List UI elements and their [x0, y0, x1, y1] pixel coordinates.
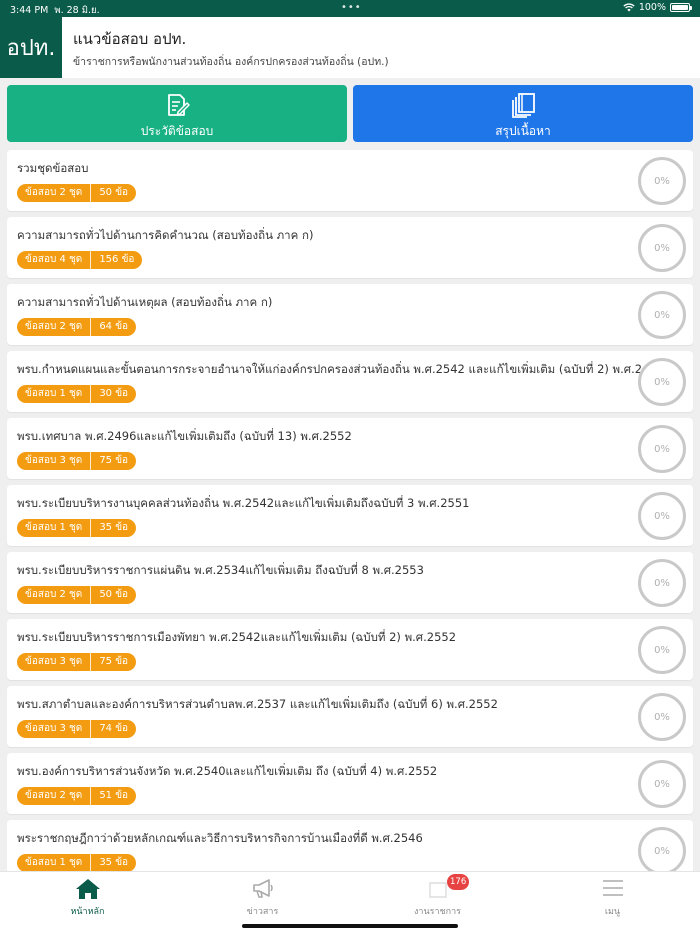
progress-ring: 0%: [638, 224, 686, 272]
exam-set-count: ข้อสอบ 3 ชุด: [25, 656, 83, 667]
exam-item[interactable]: ความสามารถทั่วไปด้านเหตุผล (สอบท้องถิ่น …: [7, 284, 693, 345]
progress-ring: 0%: [638, 358, 686, 406]
tab-label: งานราชการ: [414, 907, 461, 917]
document-edit-icon: [168, 94, 190, 116]
exam-item[interactable]: พรบ.ระเบียบบริหารราชการแผ่นดิน พ.ศ.2534แ…: [7, 552, 693, 613]
tab-label: เมนู: [604, 907, 621, 917]
app-header: อปท. แนวข้อสอบ อปท. ข้าราชการหรือพนักงาน…: [0, 17, 700, 78]
exam-item-title: รวมชุดข้อสอบ: [17, 161, 89, 175]
progress-ring: 0%: [638, 693, 686, 741]
exam-count-badge: ข้อสอบ 2 ชุด 51 ข้อ: [17, 787, 137, 805]
exam-history-label: ประวัติข้อสอบ: [140, 124, 214, 138]
exam-question-count: 64 ข้อ: [90, 318, 136, 336]
progress-ring: 0%: [638, 157, 686, 205]
tab-label: หน้าหลัก: [70, 907, 105, 917]
home-indicator[interactable]: [242, 924, 458, 928]
exam-set-count: ข้อสอบ 1 ชุด: [25, 522, 83, 533]
progress-ring: 0%: [638, 492, 686, 540]
exam-item-title: พรบ.สภาตำบลและองค์การบริหารส่วนตำบลพ.ศ.2…: [17, 697, 498, 711]
content-summary-label: สรุปเนื้อหา: [495, 124, 551, 138]
exam-item-title: ความสามารถทั่วไปด้านเหตุผล (สอบท้องถิ่น …: [17, 295, 273, 309]
exam-question-count: 35 ข้อ: [90, 854, 136, 872]
exam-count-badge: ข้อสอบ 1 ชุด 35 ข้อ: [17, 854, 137, 872]
multitask-dots[interactable]: •••: [341, 2, 362, 13]
building-icon: [428, 882, 447, 898]
exam-item-title: พรบ.กำหนดแผนและขั้นตอนการกระจายอำนาจให้แ…: [17, 362, 642, 376]
exam-item[interactable]: พรบ.เทศบาล พ.ศ.2496และแก้ไขเพิ่มเติมถึง …: [7, 418, 693, 479]
tab-news[interactable]: ข่าวสาร: [175, 872, 350, 922]
exam-set-count: ข้อสอบ 2 ชุด: [25, 589, 83, 600]
exam-set-count: ข้อสอบ 3 ชุด: [25, 455, 83, 466]
exam-item-title: พรบ.เทศบาล พ.ศ.2496และแก้ไขเพิ่มเติมถึง …: [17, 429, 352, 443]
exam-set-count: ข้อสอบ 2 ชุด: [25, 187, 83, 198]
exam-count-badge: ข้อสอบ 1 ชุด 35 ข้อ: [17, 519, 137, 537]
menu-icon: [602, 880, 623, 896]
home-icon: [75, 879, 100, 899]
status-right: 100%: [623, 2, 692, 13]
books-icon: [512, 93, 535, 118]
status-time: 3:44 PM พ. 28 มิ.ย.: [10, 5, 100, 16]
progress-ring: 0%: [638, 291, 686, 339]
exam-set-count: ข้อสอบ 1 ชุด: [25, 388, 83, 399]
tab-home[interactable]: หน้าหลัก: [0, 872, 175, 922]
app-logo: อปท.: [0, 17, 62, 78]
progress-ring: 0%: [638, 827, 686, 875]
exam-item[interactable]: รวมชุดข้อสอบข้อสอบ 2 ชุด 50 ข้อ 0%: [7, 150, 693, 211]
exam-item-title: พรบ.ระเบียบบริหารราชการเมืองพัทยา พ.ศ.25…: [17, 630, 457, 644]
tab-label: ข่าวสาร: [246, 907, 279, 917]
tab-jobs[interactable]: 176 งานราชการ: [350, 872, 525, 922]
exam-item-title: พรบ.องค์การบริหารส่วนจังหวัด พ.ศ.2540และ…: [17, 764, 438, 778]
exam-count-badge: ข้อสอบ 2 ชุด 50 ข้อ: [17, 586, 137, 604]
exam-item[interactable]: พรบ.สภาตำบลและองค์การบริหารส่วนตำบลพ.ศ.2…: [7, 686, 693, 747]
exam-question-count: 50 ข้อ: [90, 586, 136, 604]
exam-item[interactable]: ความสามารถทั่วไปด้านการคิดคำนวณ (สอบท้อง…: [7, 217, 693, 278]
exam-item[interactable]: พรบ.ระเบียบบริหารราชการเมืองพัทยา พ.ศ.25…: [7, 619, 693, 680]
exam-question-count: 156 ข้อ: [90, 251, 142, 269]
exam-item[interactable]: พรบ.ระเบียบบริหารงานบุคคลส่วนท้องถิ่น พ.…: [7, 485, 693, 546]
exam-history-button[interactable]: ประวัติข้อสอบ: [7, 85, 347, 142]
exam-item[interactable]: พรบ.องค์การบริหารส่วนจังหวัด พ.ศ.2540และ…: [7, 753, 693, 814]
exam-list: รวมชุดข้อสอบข้อสอบ 2 ชุด 50 ข้อ 0% ความสามา…: [7, 150, 693, 887]
progress-ring: 0%: [638, 760, 686, 808]
progress-ring: 0%: [638, 559, 686, 607]
exam-question-count: 50 ข้อ: [90, 184, 136, 202]
content-summary-button[interactable]: สรุปเนื้อหา: [353, 85, 693, 142]
exam-item-title: พรบ.ระเบียบบริหารงานบุคคลส่วนท้องถิ่น พ.…: [17, 496, 470, 510]
exam-question-count: 35 ข้อ: [90, 519, 136, 537]
exam-question-count: 75 ข้อ: [90, 653, 136, 671]
progress-ring: 0%: [638, 425, 686, 473]
exam-set-count: ข้อสอบ 2 ชุด: [25, 321, 83, 332]
exam-question-count: 51 ข้อ: [90, 787, 136, 805]
wifi-icon: [623, 3, 635, 12]
exam-question-count: 30 ข้อ: [90, 385, 136, 403]
exam-count-badge: ข้อสอบ 3 ชุด 74 ข้อ: [17, 720, 137, 738]
notification-badge: 176: [447, 874, 470, 890]
battery-icon: [670, 3, 692, 12]
exam-question-count: 74 ข้อ: [90, 720, 136, 738]
page-subtitle: ข้าราชการหรือพนักงานส่วนท้องถิ่น องค์กรป…: [73, 56, 389, 68]
exam-count-badge: ข้อสอบ 1 ชุด 30 ข้อ: [17, 385, 137, 403]
page-title: แนวข้อสอบ อปท.: [73, 30, 187, 48]
status-bar: 3:44 PM พ. 28 มิ.ย. ••• 100%: [0, 0, 700, 17]
exam-item-title: พรบ.ระเบียบบริหารราชการแผ่นดิน พ.ศ.2534แ…: [17, 563, 424, 577]
exam-set-count: ข้อสอบ 2 ชุด: [25, 790, 83, 801]
exam-set-count: ข้อสอบ 4 ชุด: [25, 254, 83, 265]
progress-ring: 0%: [638, 626, 686, 674]
exam-count-badge: ข้อสอบ 2 ชุด 64 ข้อ: [17, 318, 137, 336]
exam-count-badge: ข้อสอบ 3 ชุด 75 ข้อ: [17, 452, 137, 470]
exam-count-badge: ข้อสอบ 3 ชุด 75 ข้อ: [17, 653, 137, 671]
exam-item-title: พระราชกฤษฎีกาว่าด้วยหลักเกณฑ์และวิธีการบ…: [17, 831, 423, 845]
exam-count-badge: ข้อสอบ 2 ชุด 50 ข้อ: [17, 184, 137, 202]
tab-menu[interactable]: เมนู: [525, 872, 700, 922]
exam-set-count: ข้อสอบ 3 ชุด: [25, 723, 83, 734]
exam-item-title: ความสามารถทั่วไปด้านการคิดคำนวณ (สอบท้อง…: [17, 228, 314, 242]
megaphone-icon: [252, 879, 273, 898]
exam-item[interactable]: พรบ.กำหนดแผนและขั้นตอนการกระจายอำนาจให้แ…: [7, 351, 693, 412]
exam-set-count: ข้อสอบ 1 ชุด: [25, 857, 83, 868]
battery-percent: 100%: [638, 2, 666, 13]
exam-count-badge: ข้อสอบ 4 ชุด 156 ข้อ: [17, 251, 143, 269]
exam-question-count: 75 ข้อ: [90, 452, 136, 470]
